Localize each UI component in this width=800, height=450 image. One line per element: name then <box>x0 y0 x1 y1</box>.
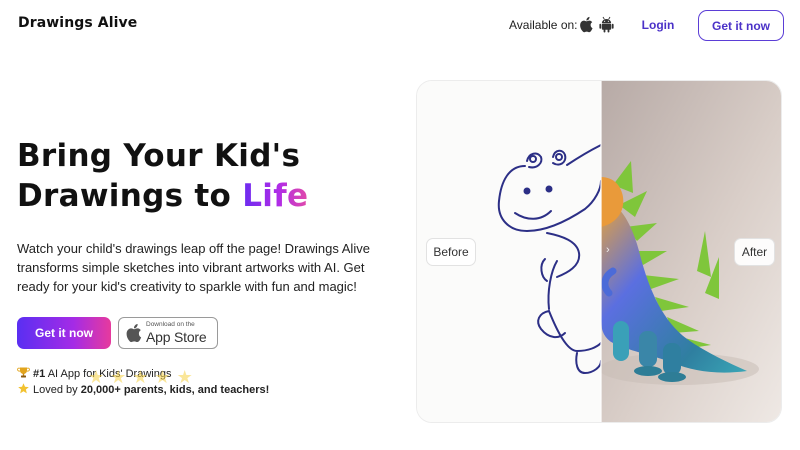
before-label: Before <box>426 238 476 266</box>
apple-icon[interactable] <box>579 16 593 33</box>
hero-description: Watch your child's drawings leap off the… <box>17 241 370 294</box>
hero-title-line2: Drawings to Life <box>17 176 308 216</box>
ranking-badge-number: #1 <box>33 368 46 380</box>
before-after-comparison[interactable]: › Before After <box>416 80 782 423</box>
chevron-right-icon[interactable]: › <box>606 244 610 256</box>
ranking-badge-text: AI App for Kids' Drawings <box>45 368 172 380</box>
hero-title: Bring Your Kid's Drawings to Life <box>17 136 308 216</box>
hero-title-highlight: Life <box>242 178 309 214</box>
available-on-label: Available on: <box>509 18 578 32</box>
star-icon <box>18 383 29 394</box>
loved-by-count: 20,000+ parents, kids, and teachers! <box>80 384 270 396</box>
hero-get-it-now-button[interactable]: Get it now <box>17 317 111 349</box>
site-logo[interactable]: Drawings Alive <box>18 15 137 31</box>
hero-title-line1: Bring Your Kid's <box>17 138 301 174</box>
apple-icon <box>126 324 142 343</box>
comparison-divider[interactable] <box>600 81 602 422</box>
app-store-small-text: Download on the <box>146 320 195 328</box>
android-icon[interactable] <box>599 16 614 33</box>
login-link[interactable]: Login <box>630 11 686 39</box>
after-label: After <box>734 238 775 266</box>
app-store-badge[interactable]: Download on the App Store <box>118 317 218 349</box>
loved-by-prefix: Loved by <box>33 384 81 396</box>
app-store-big-text: App Store <box>146 329 207 346</box>
ranking-badge: #1 AI App for Kids' Drawings <box>17 367 171 380</box>
site-header: Drawings Alive Available on: Login Get i… <box>0 0 800 52</box>
trophy-icon <box>17 367 30 378</box>
header-get-it-now-button[interactable]: Get it now <box>698 10 784 41</box>
app-store-text: Download on the App Store <box>146 320 207 346</box>
loved-by-badge: Loved by 20,000+ parents, kids, and teac… <box>17 383 269 396</box>
hero-title-prefix: Drawings to <box>17 178 243 214</box>
